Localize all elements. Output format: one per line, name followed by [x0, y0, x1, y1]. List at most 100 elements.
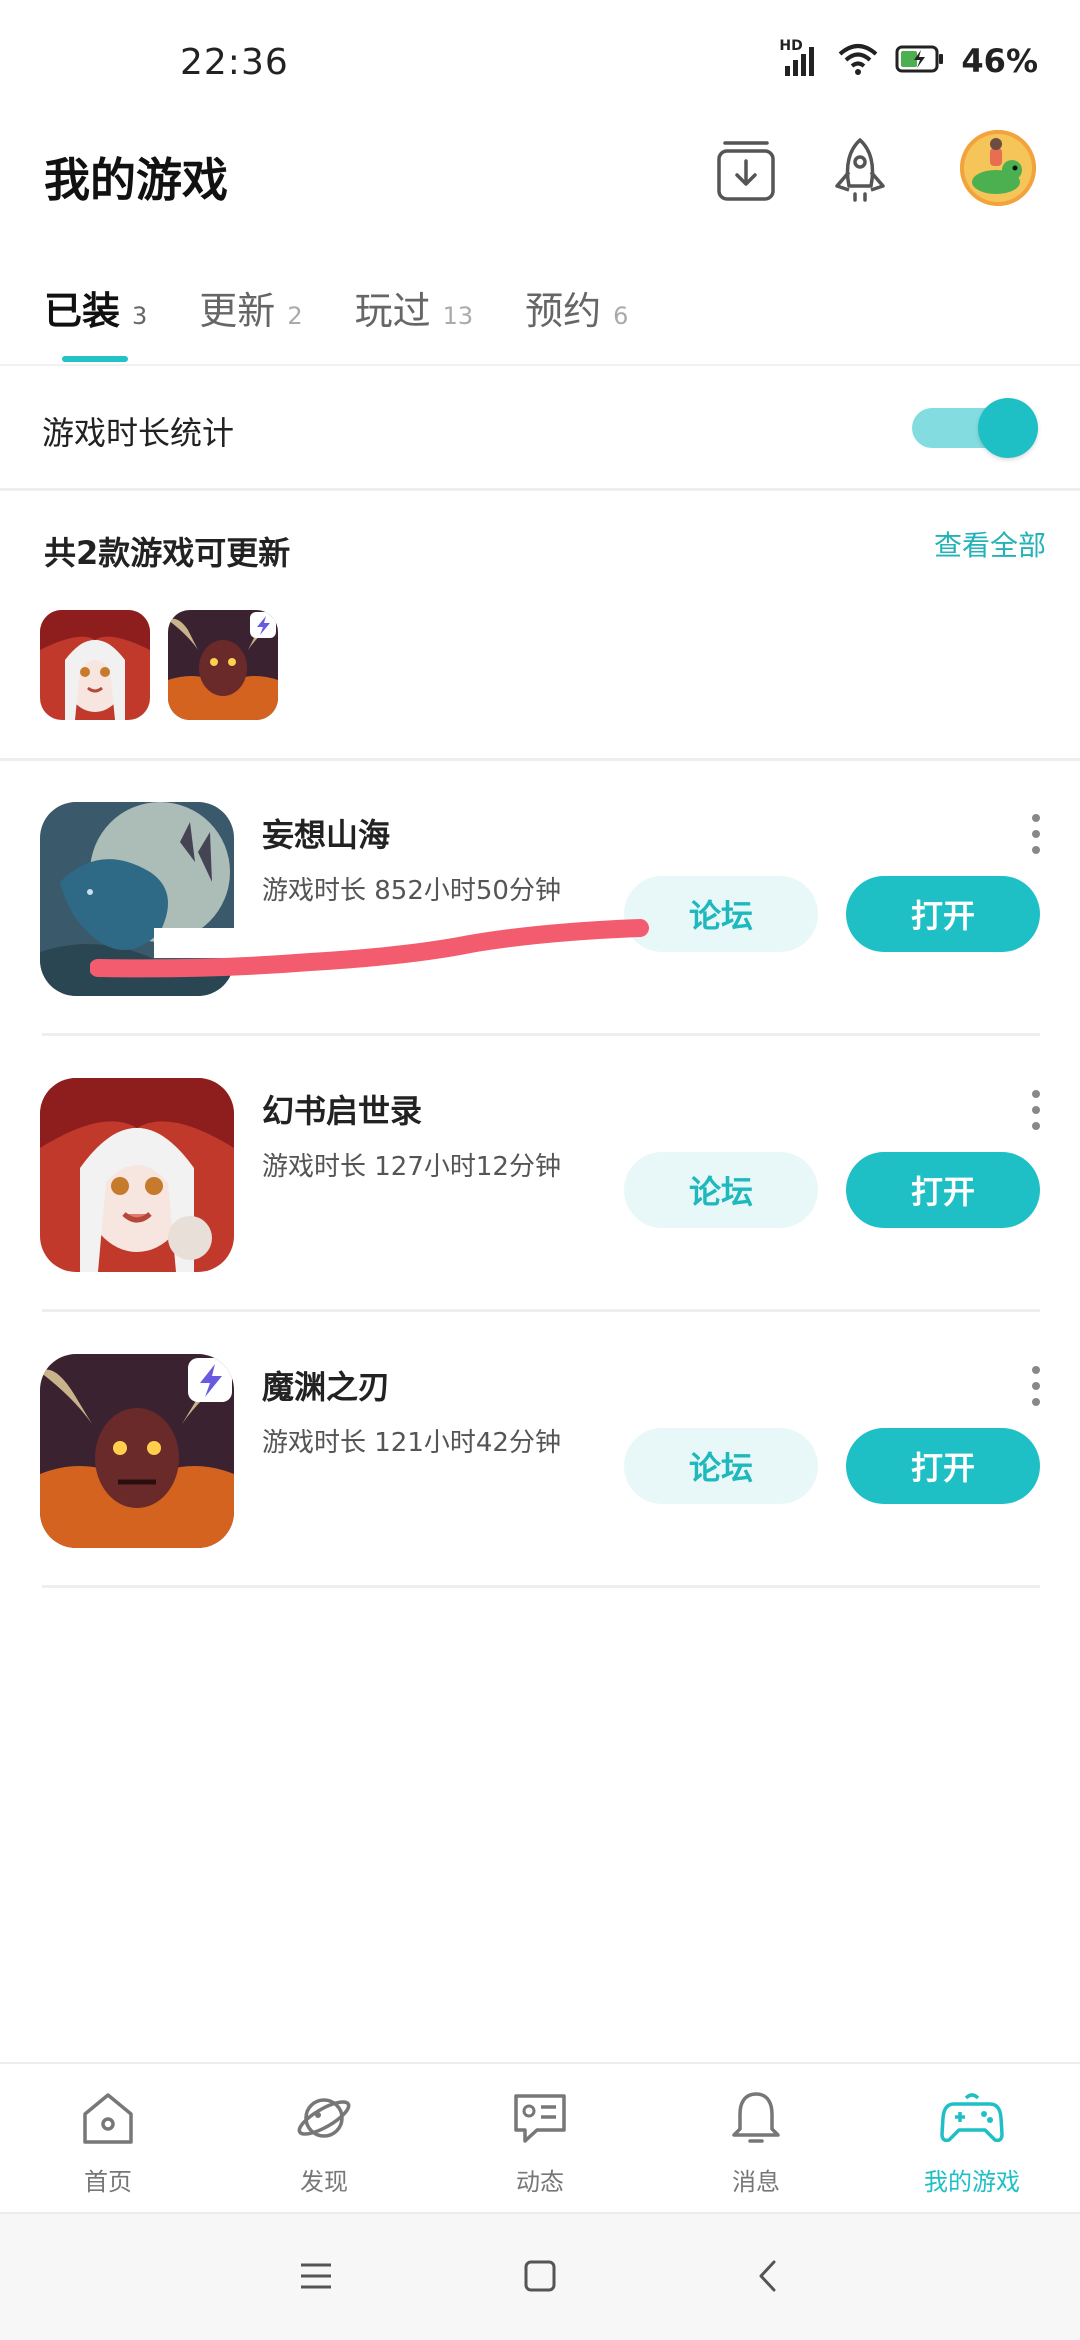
game-art-image [40, 1078, 234, 1272]
nav-item-feed[interactable]: 动态 [432, 2064, 648, 2212]
header: 我的游戏 [0, 130, 1080, 250]
nav-item-home[interactable]: 首页 [0, 2064, 216, 2212]
forum-button[interactable]: 论坛 [624, 1428, 818, 1504]
tab-count: 6 [613, 302, 629, 330]
nav-label: 我的游戏 [924, 2168, 1020, 2196]
gamepad-icon [940, 2086, 1004, 2150]
bell-icon [724, 2086, 788, 2150]
game-playtime: 游戏时长 852小时50分钟 [262, 876, 561, 906]
playtime-stats-row: 游戏时长统计 [0, 368, 1080, 488]
game-art-image [40, 802, 234, 996]
tab-count: 13 [442, 302, 474, 330]
more-options-button[interactable] [1026, 814, 1046, 854]
more-dot [1032, 1090, 1040, 1098]
divider [0, 364, 1080, 366]
home-button[interactable] [516, 2252, 564, 2300]
more-dot [1032, 1382, 1040, 1390]
back-icon [759, 2260, 776, 2292]
more-dot [1032, 1122, 1040, 1130]
avatar[interactable] [960, 130, 1036, 206]
game-name: 魔渊之刃 [262, 1368, 391, 1406]
more-dot [1032, 1366, 1040, 1374]
nav-label: 动态 [516, 2168, 564, 2196]
more-dot [1032, 830, 1040, 838]
game-playtime: 游戏时长 121小时42分钟 [262, 1428, 561, 1458]
more-dot [1032, 1398, 1040, 1406]
forum-button[interactable]: 论坛 [624, 876, 818, 952]
tab-updates[interactable]: 更新 2 [199, 270, 302, 335]
menu-icon [301, 2263, 331, 2289]
game-list-item[interactable]: 幻书启世录 游戏时长 127小时12分钟 论坛 打开 [0, 1036, 1080, 1312]
speedup-button[interactable] [822, 132, 898, 208]
tab-label: 已装 [44, 289, 121, 333]
tab-count: 3 [132, 302, 148, 330]
tab-count: 2 [287, 302, 303, 330]
nav-label: 发现 [300, 2168, 348, 2196]
planet-icon [292, 2086, 356, 2150]
wifi-icon [837, 42, 879, 80]
tab-reserved[interactable]: 预约 6 [525, 270, 628, 335]
tab-installed[interactable]: 已装 3 [44, 270, 148, 362]
playtime-stats-toggle[interactable] [912, 398, 1038, 458]
download-manager-button[interactable] [708, 132, 784, 208]
status-time: 22:36 [180, 42, 289, 83]
playtime-stats-label: 游戏时长统计 [42, 414, 235, 452]
game-art-image [40, 610, 150, 720]
status-bar: 22:36 HD 46% [0, 0, 1080, 130]
game-art-image [40, 1354, 234, 1548]
tab-bar: 已装 3 更新 2 玩过 13 预约 6 [0, 270, 1080, 366]
signal-icon: HD [779, 38, 821, 78]
game-list-item[interactable]: 魔渊之刃 游戏时长 121小时42分钟 论坛 打开 [0, 1312, 1080, 1588]
feed-icon [508, 2086, 572, 2150]
page-title: 我的游戏 [44, 153, 228, 207]
toggle-knob [978, 398, 1038, 458]
tab-active-indicator [62, 356, 128, 362]
tab-label: 更新 [199, 289, 276, 333]
open-button[interactable]: 打开 [846, 876, 1040, 952]
home-icon [76, 2086, 140, 2150]
game-icon[interactable] [40, 1078, 234, 1272]
tab-label: 预约 [525, 289, 602, 333]
system-nav-bar [0, 2212, 1080, 2340]
nav-item-discover[interactable]: 发现 [216, 2064, 432, 2212]
bottom-nav: 首页 发现 动态 消息 我的游戏 [0, 2062, 1080, 2212]
battery-icon [895, 44, 945, 78]
game-name: 幻书启世录 [262, 1092, 423, 1130]
view-all-link[interactable]: 查看全部 [934, 524, 1046, 564]
forum-button[interactable]: 论坛 [624, 1152, 818, 1228]
download-icon [717, 141, 775, 201]
network-type-label: HD [779, 38, 803, 54]
nav-label: 消息 [732, 2168, 780, 2196]
nav-item-my-games[interactable]: 我的游戏 [864, 2064, 1080, 2212]
game-art-image [168, 610, 278, 720]
more-dot [1032, 814, 1040, 822]
updates-section: 共2款游戏可更新 查看全部 [0, 492, 1080, 760]
game-name: 妄想山海 [262, 816, 391, 854]
rocket-icon [835, 138, 885, 202]
divider [42, 1585, 1040, 1588]
game-list-item[interactable]: 妄想山海 游戏时长 852小时50分钟 论坛 打开 [0, 760, 1080, 1036]
tab-played[interactable]: 玩过 13 [355, 270, 474, 335]
more-options-button[interactable] [1026, 1366, 1046, 1406]
update-game-icon-huanshu[interactable] [40, 610, 150, 720]
game-icon[interactable] [40, 802, 234, 996]
update-game-icon-moyuan[interactable] [168, 610, 278, 720]
game-playtime: 游戏时长 127小时12分钟 [262, 1152, 561, 1182]
updates-title: 共2款游戏可更新 [44, 534, 291, 572]
status-indicators: HD 46% [779, 38, 1038, 80]
open-button[interactable]: 打开 [846, 1428, 1040, 1504]
nav-label: 首页 [84, 2168, 132, 2196]
square-icon [524, 2260, 556, 2292]
divider [0, 488, 1080, 491]
back-button[interactable] [744, 2252, 792, 2300]
avatar-image [960, 130, 1036, 206]
tab-label: 玩过 [354, 289, 431, 333]
more-dot [1032, 1106, 1040, 1114]
nav-item-messages[interactable]: 消息 [648, 2064, 864, 2212]
more-dot [1032, 846, 1040, 854]
battery-percent: 46% [961, 42, 1038, 80]
game-icon[interactable] [40, 1354, 234, 1548]
more-options-button[interactable] [1026, 1090, 1046, 1130]
menu-button[interactable] [292, 2252, 340, 2300]
open-button[interactable]: 打开 [846, 1152, 1040, 1228]
